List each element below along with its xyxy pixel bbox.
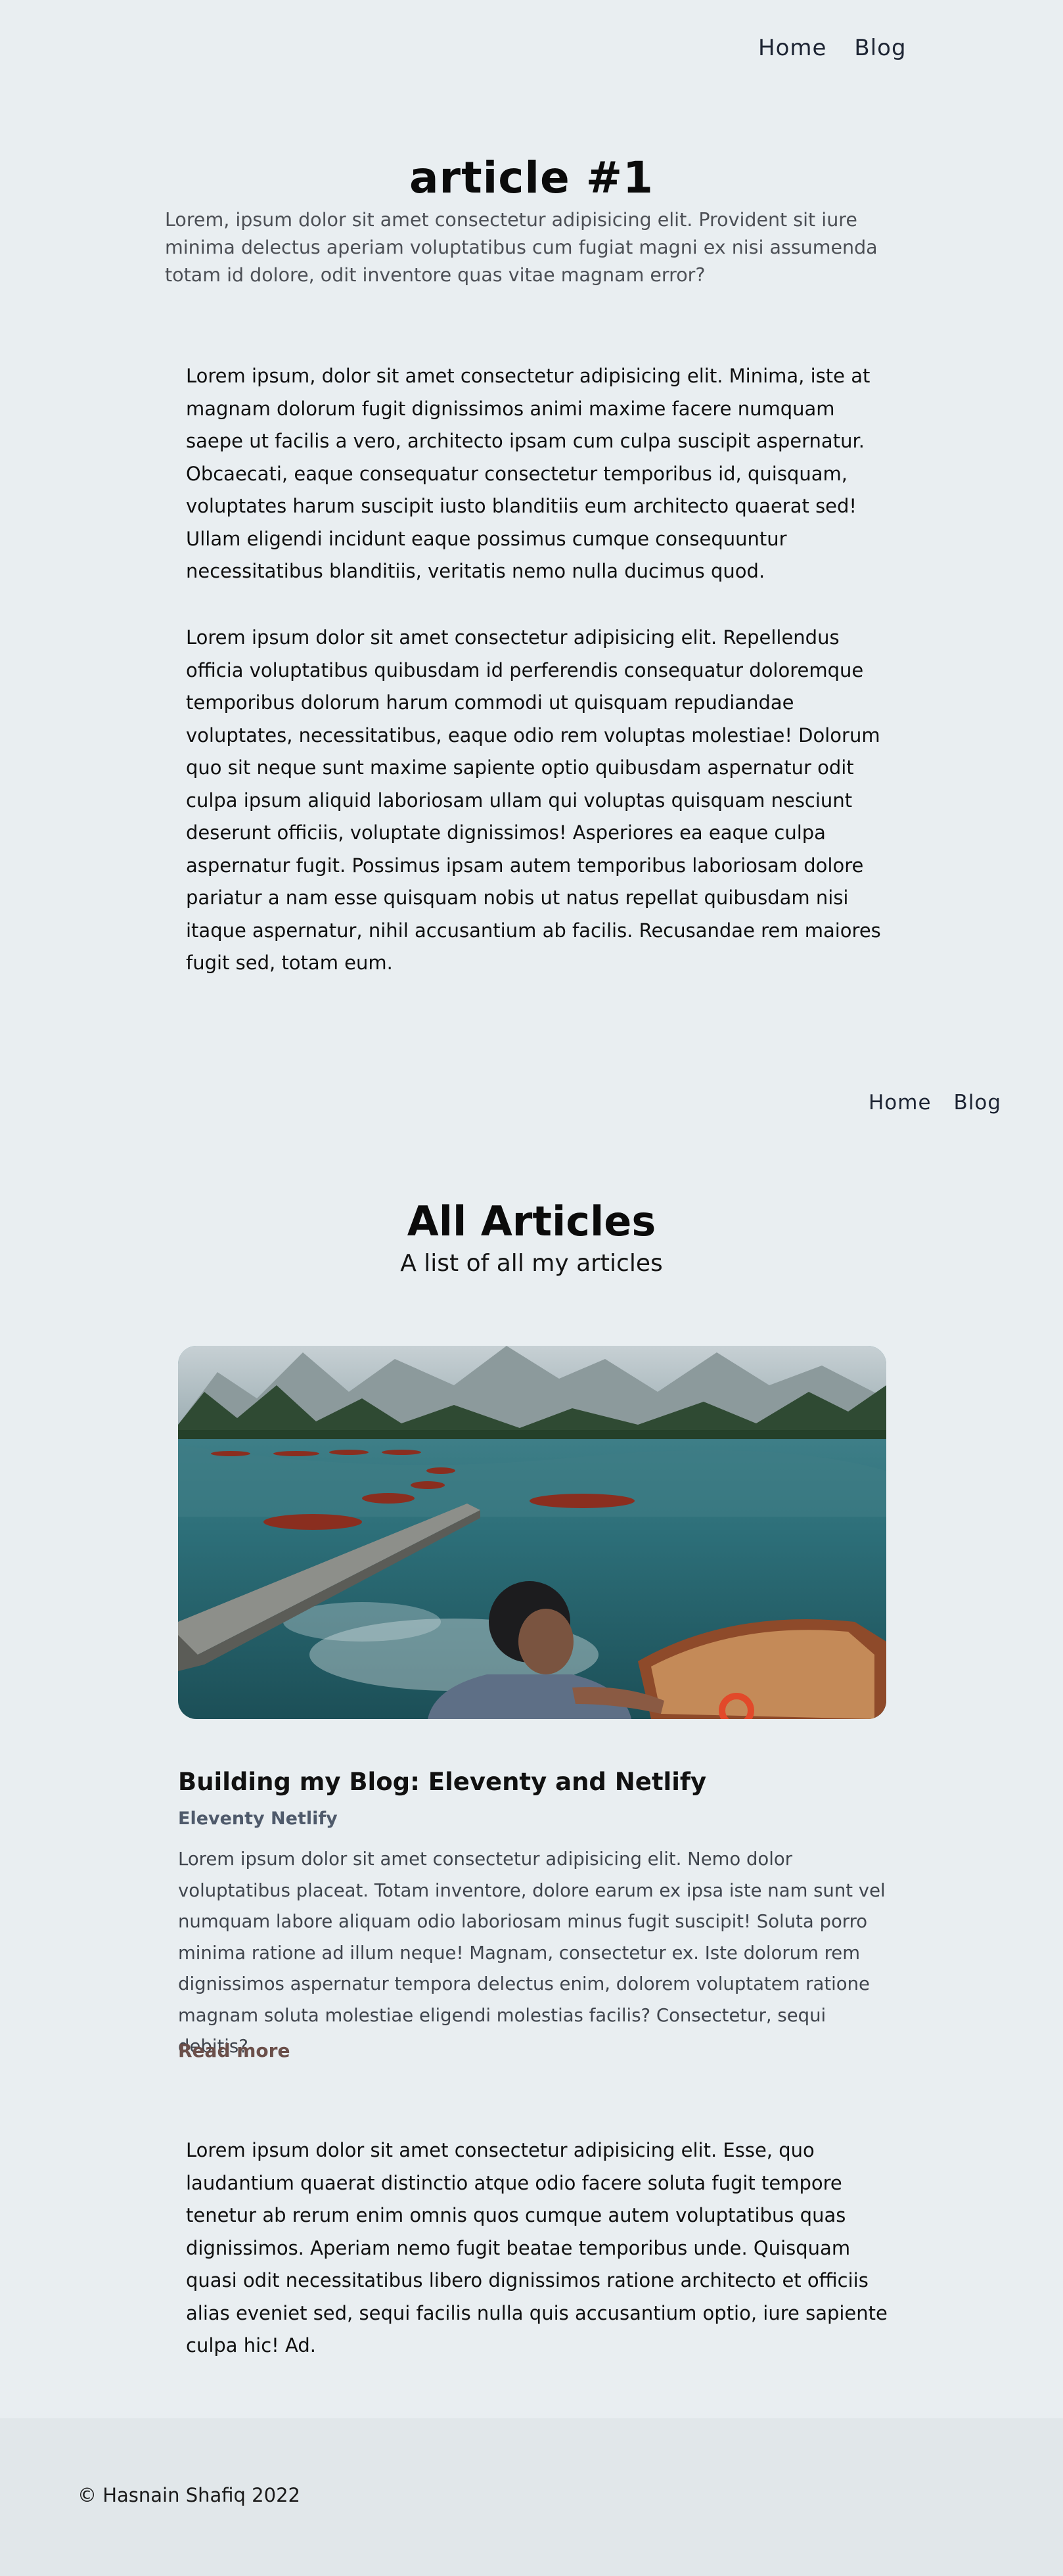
lake-boats-photo-illustration [178,1346,886,1719]
copyright-text: © Hasnain Shafiq 2022 [78,2484,300,2506]
closing-paragraph: Lorem ipsum dolor sit amet consectetur a… [186,2139,888,2357]
post-title[interactable]: Building my Blog: Eleventy and Netlify [178,1768,706,1796]
article-subtitle: Lorem, ipsum dolor sit amet consectetur … [165,209,878,286]
page: Home Blog article #1 Lorem, ipsum dolor … [0,0,1063,2576]
nav-home-link[interactable]: Home [869,1091,932,1115]
read-more-link[interactable]: Read more [178,2040,290,2061]
post-tags: Eleventy Netlify [178,1808,338,1829]
listing-subtitle: A list of all my articles [400,1250,663,1277]
nav-blog-link[interactable]: Blog [954,1091,1002,1115]
footer: © Hasnain Shafiq 2022 [0,2418,1063,2576]
top-nav: Home Blog [758,35,907,61]
article-paragraph: Lorem ipsum, dolor sit amet consectetur … [186,365,871,582]
post-excerpt: Lorem ipsum dolor sit amet consectetur a… [178,1849,886,2057]
article-title: article #1 [409,152,654,203]
nav-home-link[interactable]: Home [758,35,826,61]
secondary-nav: Home Blog [869,1091,1001,1115]
nav-blog-link[interactable]: Blog [854,35,906,61]
article-paragraph: Lorem ipsum dolor sit amet consectetur a… [186,626,881,974]
lake-boats-photo[interactable] [178,1346,886,1719]
listing-title: All Articles [407,1197,656,1245]
